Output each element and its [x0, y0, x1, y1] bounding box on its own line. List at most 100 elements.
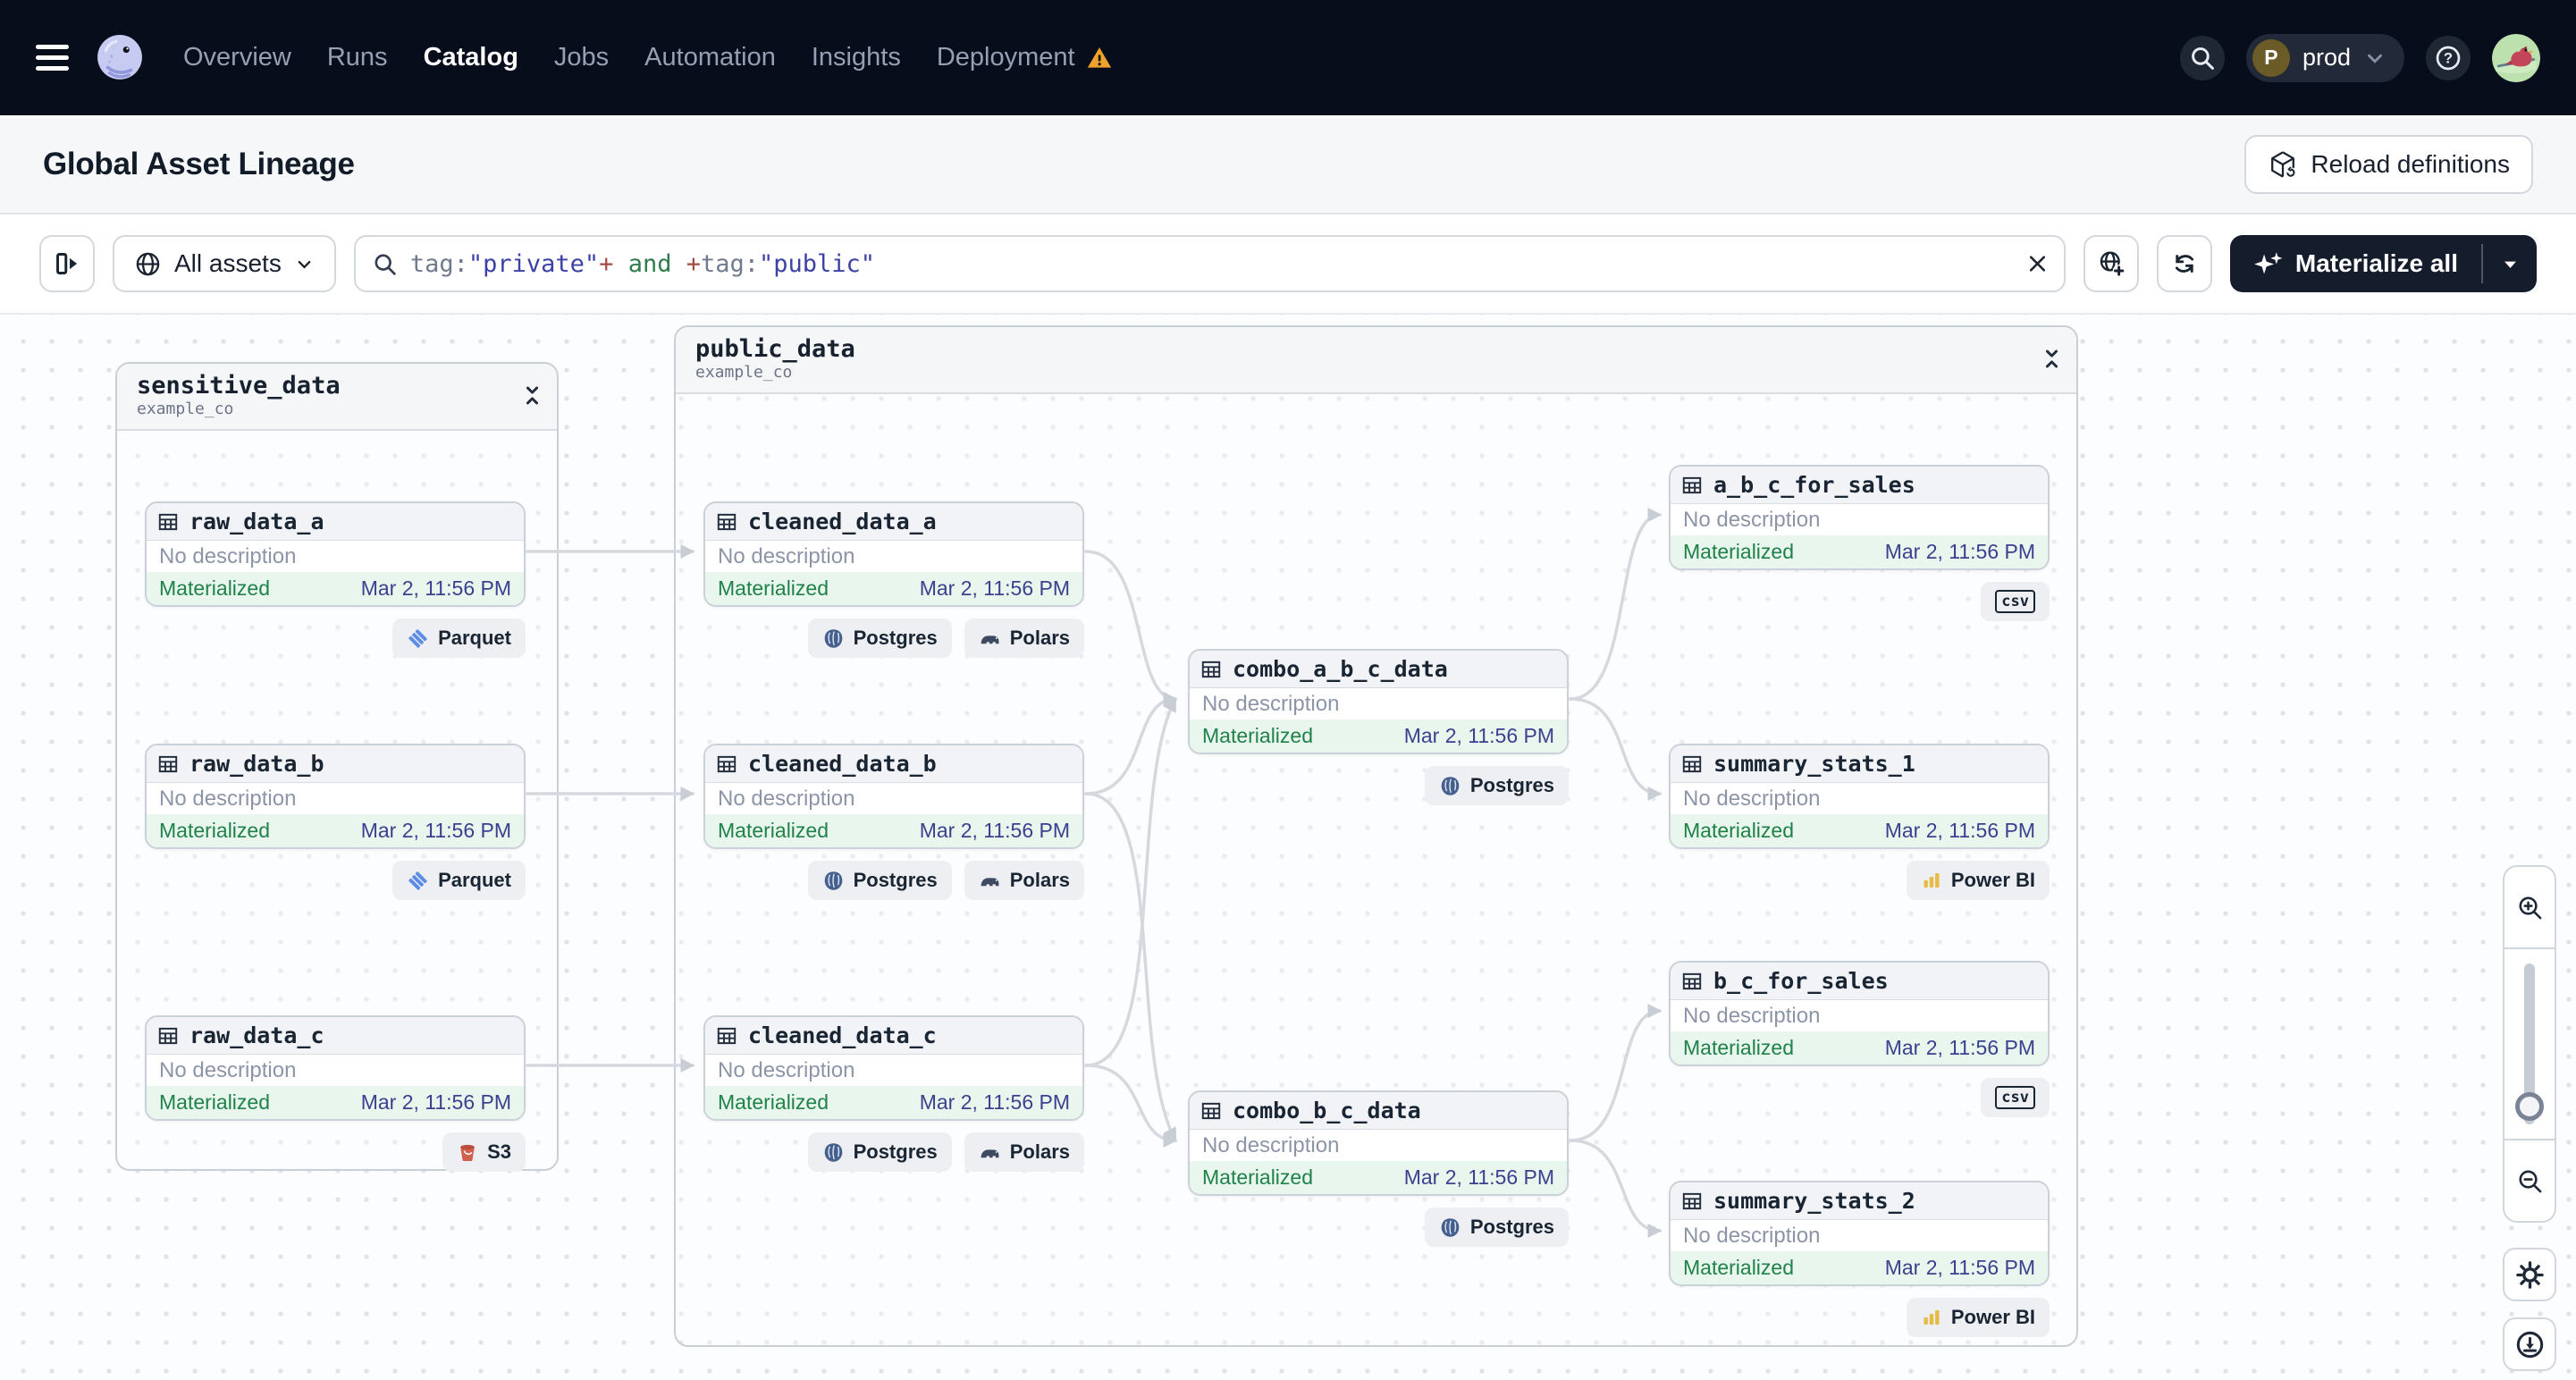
- tag-polars[interactable]: Polars: [964, 618, 1084, 658]
- nav-overview[interactable]: Overview: [183, 43, 291, 72]
- environment-switcher[interactable]: P prod: [2245, 33, 2404, 82]
- asset-node[interactable]: summary_stats_1 No description Materiali…: [1669, 744, 2050, 849]
- asset-node-header: raw_data_a: [147, 503, 524, 541]
- materialize-all-main[interactable]: Materialize all: [2230, 235, 2481, 292]
- zoom-in-button[interactable]: [2504, 867, 2555, 949]
- tag-label: Postgres: [853, 1140, 938, 1163]
- asset-node[interactable]: cleaned_data_b No description Materializ…: [703, 744, 1084, 849]
- asset-node[interactable]: summary_stats_2 No description Materiali…: [1669, 1181, 2050, 1286]
- asset-cleaned-data-c[interactable]: cleaned_data_c No description Materializ…: [703, 1015, 1084, 1172]
- asset-node-header: cleaned_data_c: [705, 1017, 1082, 1055]
- view-full-graph-button[interactable]: [2083, 235, 2139, 292]
- warning-icon: [1087, 46, 1111, 68]
- tag-powerbi[interactable]: Power BI: [1906, 1298, 2050, 1337]
- asset-summary-stats-2[interactable]: summary_stats_2 No description Materiali…: [1669, 1181, 2050, 1337]
- table-icon: [158, 513, 178, 530]
- nav-deployment[interactable]: Deployment: [937, 43, 1113, 72]
- tag-csv[interactable]: csv: [1981, 1078, 2050, 1117]
- asset-summary-stats-1[interactable]: summary_stats_1 No description Materiali…: [1669, 744, 2050, 900]
- materialize-options-caret[interactable]: [2483, 235, 2537, 292]
- tag-csv[interactable]: csv: [1981, 582, 2050, 621]
- asset-node-header: summary_stats_2: [1671, 1182, 2048, 1220]
- table-icon: [158, 1027, 178, 1044]
- asset-node[interactable]: combo_a_b_c_data No description Material…: [1188, 649, 1569, 754]
- status-badge: Materialized: [718, 576, 829, 600]
- asset-node[interactable]: raw_data_a No description Materialized M…: [145, 501, 526, 607]
- reload-definitions-button[interactable]: Reload definitions: [2244, 134, 2533, 194]
- tag-powerbi[interactable]: Power BI: [1906, 861, 2050, 900]
- tag-postgres[interactable]: Postgres: [1424, 766, 1569, 805]
- asset-node[interactable]: raw_data_c No description Materialized M…: [145, 1015, 526, 1121]
- lineage-canvas[interactable]: sensitive_data example_co public_data ex…: [0, 315, 2576, 1380]
- status-badge: Materialized: [1202, 724, 1313, 747]
- postgres-icon: [1441, 776, 1460, 795]
- asset-name: a_b_c_for_sales: [1713, 472, 1915, 498]
- asset-tags: Postgres Polars: [703, 1132, 1084, 1172]
- toggle-sidebar-button[interactable]: [39, 235, 95, 292]
- asset-tags: Parquet: [145, 618, 526, 658]
- dagster-logo[interactable]: [96, 34, 144, 82]
- asset-filter-input[interactable]: tag:"private"+ and +tag:"public": [353, 235, 2066, 292]
- hamburger-menu-icon[interactable]: [36, 45, 69, 71]
- zoom-out-button[interactable]: [2504, 1139, 2555, 1221]
- collapse-icon: [2045, 349, 2058, 368]
- group-header[interactable]: sensitive_data example_co: [117, 364, 557, 431]
- asset-cleaned-data-a[interactable]: cleaned_data_a No description Materializ…: [703, 501, 1084, 658]
- parquet-icon: [408, 871, 427, 890]
- asset-node-header: cleaned_data_a: [705, 503, 1082, 541]
- search-button[interactable]: [2179, 35, 2225, 80]
- asset-node[interactable]: raw_data_b No description Materialized M…: [145, 744, 526, 849]
- materialize-all-button[interactable]: Materialize all: [2229, 235, 2537, 292]
- asset-a-b-c-for-sales[interactable]: a_b_c_for_sales No description Materiali…: [1669, 465, 2050, 621]
- asset-node[interactable]: a_b_c_for_sales No description Materiali…: [1669, 465, 2050, 570]
- nav-jobs[interactable]: Jobs: [554, 43, 609, 72]
- asset-node[interactable]: cleaned_data_a No description Materializ…: [703, 501, 1084, 607]
- chevron-down-icon: [2368, 54, 2382, 63]
- tag-s3[interactable]: S3: [442, 1132, 526, 1172]
- nav-automation[interactable]: Automation: [644, 43, 776, 72]
- tag-postgres[interactable]: Postgres: [1424, 1208, 1569, 1247]
- asset-node[interactable]: cleaned_data_c No description Materializ…: [703, 1015, 1084, 1121]
- group-title: public_data: [695, 335, 855, 363]
- top-navigation-bar: Overview Runs Catalog Jobs Automation In…: [0, 0, 2576, 115]
- asset-combo-b-c-data[interactable]: combo_b_c_data No description Materializ…: [1188, 1090, 1569, 1247]
- asset-raw-data-a[interactable]: raw_data_a No description Materialized M…: [145, 501, 526, 658]
- asset-combo-a-b-c-data[interactable]: combo_a_b_c_data No description Material…: [1188, 649, 1569, 805]
- tag-postgres[interactable]: Postgres: [807, 1132, 952, 1172]
- tag-parquet[interactable]: Parquet: [392, 861, 526, 900]
- asset-node[interactable]: b_c_for_sales No description Materialize…: [1669, 961, 2050, 1066]
- nav-catalog[interactable]: Catalog: [424, 43, 518, 72]
- topbar-right-cluster: P prod ?: [2179, 33, 2540, 82]
- nav-runs[interactable]: Runs: [327, 43, 388, 72]
- asset-b-c-for-sales[interactable]: b_c_for_sales No description Materialize…: [1669, 961, 2050, 1117]
- asset-description: No description: [1190, 688, 1567, 719]
- user-avatar[interactable]: [2492, 33, 2540, 82]
- nav-insights[interactable]: Insights: [812, 43, 901, 72]
- refresh-button[interactable]: [2156, 235, 2212, 292]
- asset-node[interactable]: combo_b_c_data No description Materializ…: [1188, 1090, 1569, 1196]
- nav-automation-label: Automation: [644, 43, 776, 72]
- asset-scope-dropdown[interactable]: All assets: [113, 235, 336, 292]
- asset-raw-data-b[interactable]: raw_data_b No description Materialized M…: [145, 744, 526, 900]
- tag-parquet[interactable]: Parquet: [392, 618, 526, 658]
- query-token: tag:: [700, 249, 760, 278]
- collapse-group-button[interactable]: [520, 383, 544, 412]
- collapse-group-button[interactable]: [2040, 347, 2064, 375]
- help-button[interactable]: ?: [2426, 35, 2471, 80]
- graph-settings-button[interactable]: [2503, 1248, 2556, 1301]
- tag-polars[interactable]: Polars: [964, 861, 1084, 900]
- clear-filter-button[interactable]: [2025, 252, 2050, 276]
- tag-polars[interactable]: Polars: [964, 1132, 1084, 1172]
- asset-status-row: Materialized Mar 2, 11:56 PM: [1190, 1161, 1567, 1194]
- asset-status-row: Materialized Mar 2, 11:56 PM: [1671, 814, 2048, 847]
- group-header[interactable]: public_data example_co: [676, 327, 2076, 394]
- tag-postgres[interactable]: Postgres: [807, 861, 952, 900]
- status-badge: Materialized: [718, 1090, 829, 1114]
- download-graph-button[interactable]: [2503, 1317, 2556, 1371]
- asset-raw-data-c[interactable]: raw_data_c No description Materialized M…: [145, 1015, 526, 1172]
- zoom-slider-thumb[interactable]: [2515, 1092, 2544, 1121]
- asset-cleaned-data-b[interactable]: cleaned_data_b No description Materializ…: [703, 744, 1084, 900]
- zoom-slider[interactable]: [2504, 949, 2555, 1139]
- status-badge: Materialized: [1683, 819, 1794, 842]
- tag-postgres[interactable]: Postgres: [807, 618, 952, 658]
